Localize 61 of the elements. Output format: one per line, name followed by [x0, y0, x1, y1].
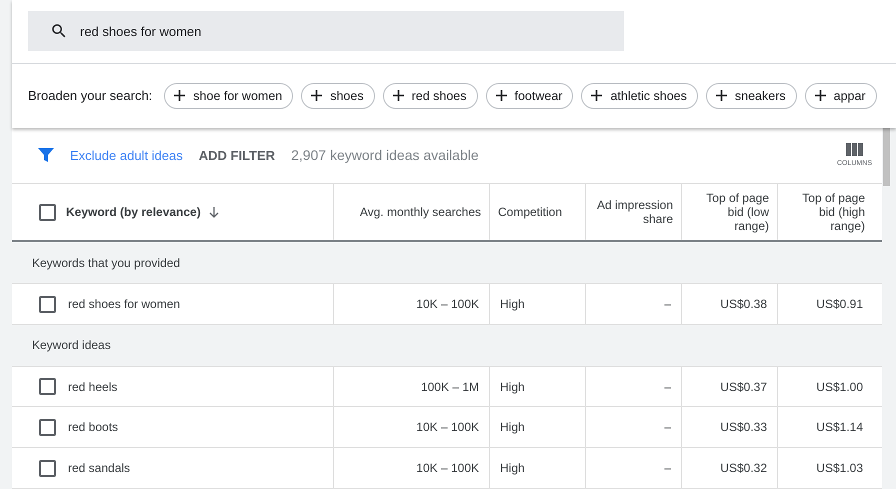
table-cell: 10K – 100K	[333, 407, 489, 448]
table-cell: US$1.03	[777, 448, 873, 488]
column-header[interactable]: Keyword (by relevance)	[58, 184, 333, 240]
suggestion-chip[interactable]: sneakers	[706, 82, 797, 108]
table-cell-text: red boots	[67, 419, 120, 436]
search-query: red shoes for women	[80, 24, 202, 38]
suggestion-chip[interactable]: appar	[804, 82, 877, 108]
column-header[interactable]: Top of page bid (low range)	[681, 184, 777, 240]
table-cell: High	[489, 407, 585, 448]
table-cell: High	[489, 284, 585, 324]
suggestion-chip[interactable]: shoe for women	[164, 82, 294, 108]
suggestion-chip[interactable]: red shoes	[382, 82, 478, 108]
table-cell: High	[489, 448, 585, 488]
group-header: Keyword ideas	[12, 324, 882, 367]
table-cell: US$1.14	[777, 407, 873, 448]
columns-icon	[846, 143, 863, 156]
table-cell: US$0.32	[681, 448, 777, 488]
table-cell: –	[585, 284, 681, 324]
table-cell: High	[489, 366, 585, 406]
search-icon	[50, 22, 68, 40]
checkbox[interactable]	[39, 204, 56, 221]
table-cell-text: red heels	[67, 378, 118, 396]
group-header: Keywords that you provided	[12, 242, 882, 284]
table-cell: 10K – 100K	[333, 448, 489, 488]
column-header[interactable]: Competition	[489, 184, 585, 240]
suggestion-chip[interactable]: shoes	[301, 82, 375, 108]
checkbox[interactable]	[39, 418, 56, 436]
table-cell: US$1.00	[777, 366, 873, 406]
broaden-label: Broaden your search:	[28, 88, 152, 103]
filter-icon[interactable]	[38, 147, 54, 164]
checkbox[interactable]	[39, 460, 56, 477]
plus-icon	[311, 90, 322, 101]
plus-icon	[716, 90, 727, 101]
table-cell: US$0.38	[681, 284, 777, 324]
add-filter-button[interactable]: ADD FILTER	[192, 146, 282, 164]
table-cell: –	[585, 366, 681, 406]
keyword-count: 2,907 keyword ideas available	[291, 147, 479, 164]
table-cell: 10K – 100K	[333, 284, 489, 324]
column-header[interactable]: Ad impression share	[585, 184, 681, 240]
column-header[interactable]: Top of page bid (high range)	[777, 184, 873, 240]
plus-icon	[174, 90, 186, 101]
table-cell: US$0.33	[681, 407, 777, 448]
table-cell: US$0.91	[777, 284, 873, 324]
table-cell: –	[585, 407, 681, 448]
suggestion-chip[interactable]: athletic shoes	[581, 82, 698, 108]
search-field[interactable]: red shoes for women	[28, 11, 624, 51]
table-cell: 100K – 1M	[333, 366, 489, 406]
table-cell: US$0.37	[681, 366, 777, 406]
checkbox[interactable]	[39, 296, 56, 313]
suggestion-chip[interactable]: footwear	[486, 82, 574, 108]
plus-icon	[814, 90, 826, 101]
plus-icon	[591, 90, 602, 101]
scrollbar-thumb[interactable]	[883, 128, 890, 186]
table-cell-text: red sandals	[67, 460, 132, 478]
table-cell: –	[585, 448, 681, 488]
plus-icon	[496, 90, 506, 101]
plus-icon	[392, 90, 404, 101]
table-cell-text: red shoes for women	[67, 296, 182, 314]
exclude-adult-link[interactable]: Exclude adult ideas	[70, 148, 183, 163]
checkbox[interactable]	[39, 378, 56, 396]
column-header[interactable]: Avg. monthly searches	[333, 184, 489, 240]
